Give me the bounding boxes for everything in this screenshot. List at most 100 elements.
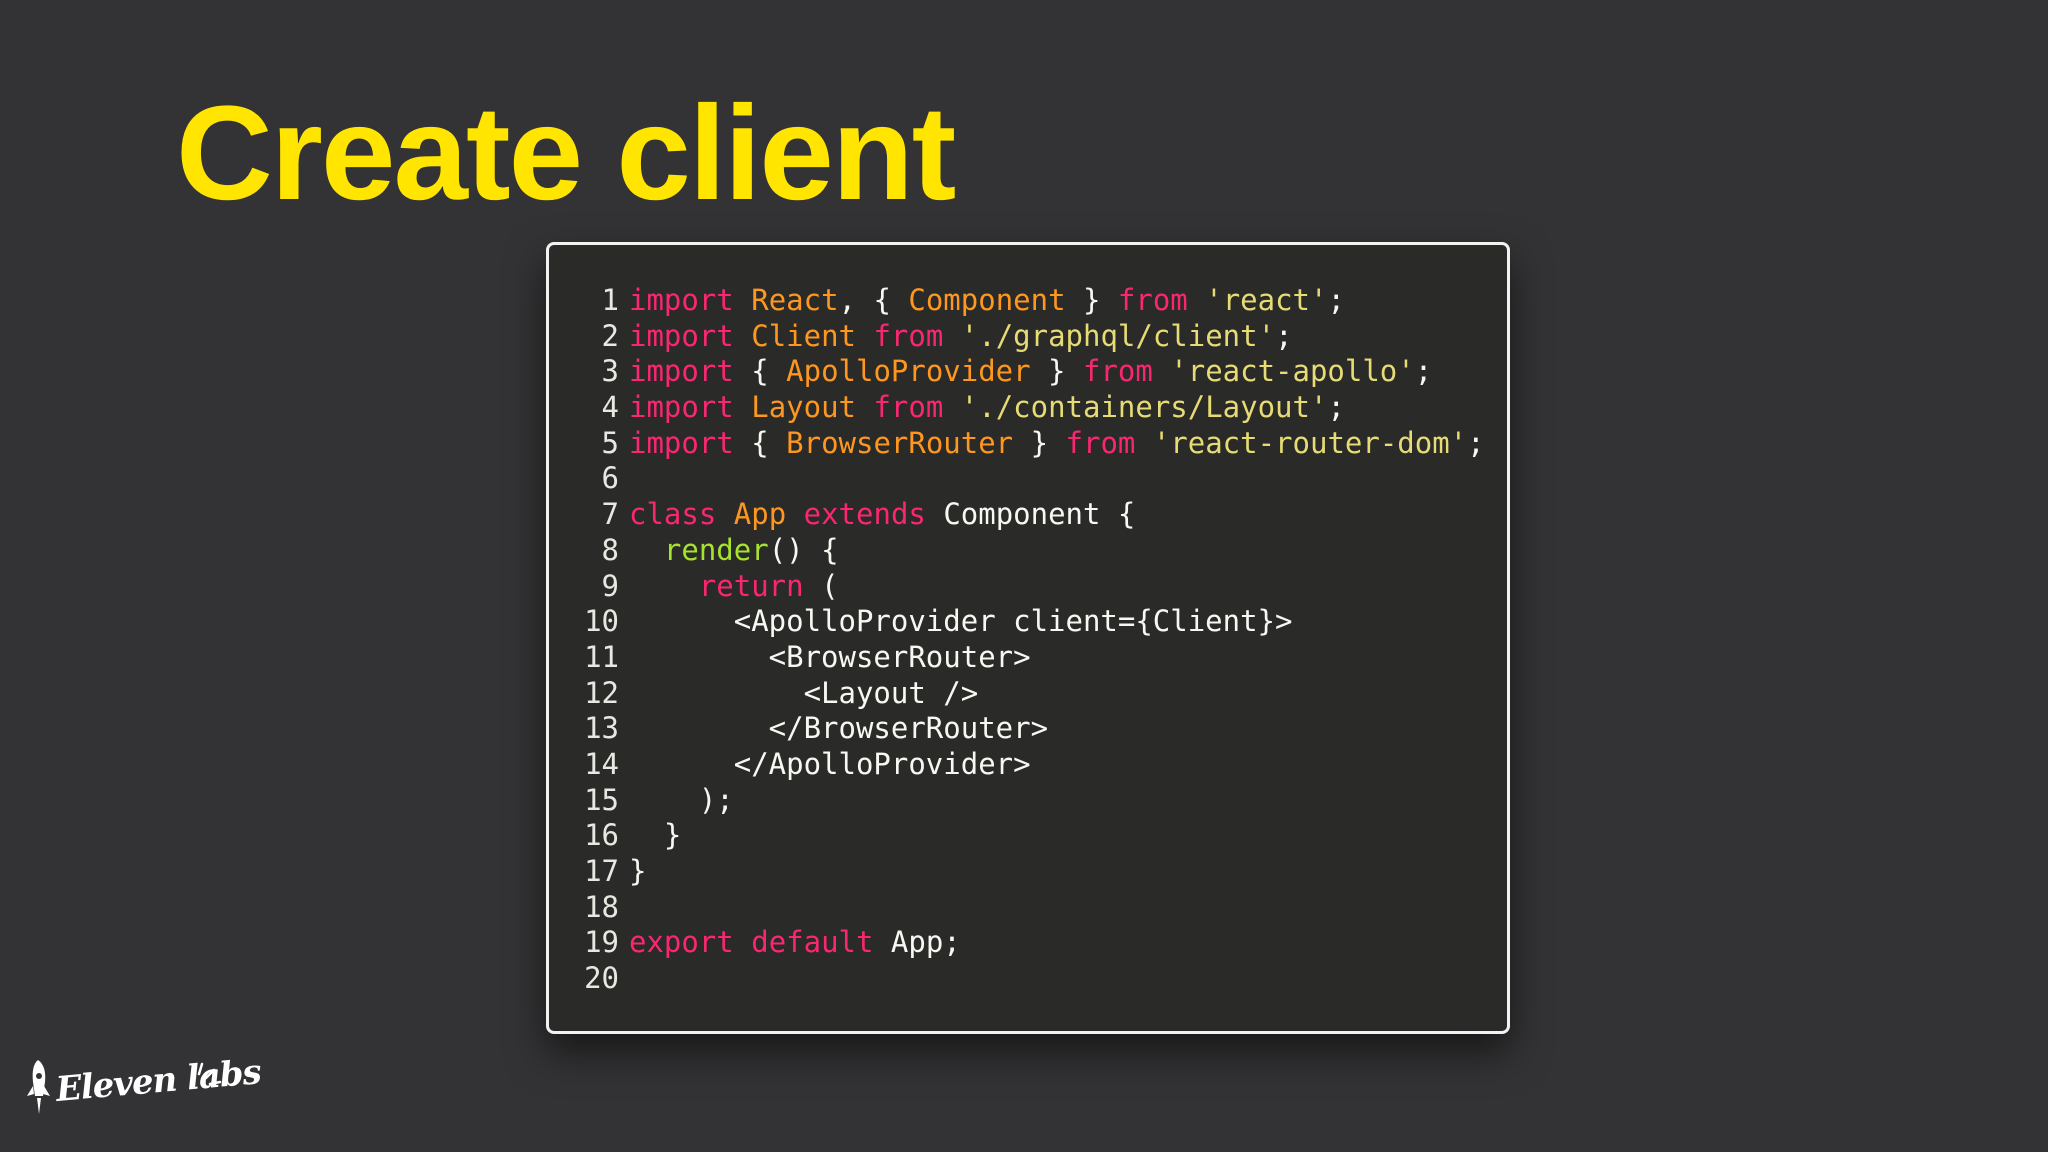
code-token: Component {: [925, 497, 1136, 532]
code-token: App: [733, 497, 787, 532]
code-token: import: [629, 425, 734, 460]
code-token: extends: [803, 497, 926, 532]
code-content: }: [629, 854, 646, 890]
line-number: 13: [584, 711, 619, 746]
code-token: ;: [1275, 318, 1293, 353]
line-number: 19: [584, 925, 619, 960]
code-token: 'react': [1205, 283, 1328, 317]
line-number: 3: [601, 354, 619, 389]
code-line: 9 return (: [549, 569, 1507, 605]
code-content: </BrowserRouter>: [629, 711, 1048, 747]
code-token: import: [629, 390, 734, 425]
line-number: 15: [584, 782, 619, 817]
code-token: from: [873, 318, 944, 353]
code-line: 1 import React, { Component } from 'react…: [549, 283, 1507, 319]
code-content: import Layout from './containers/Layout'…: [629, 390, 1345, 426]
code-token: }: [629, 854, 647, 888]
code-content: <BrowserRouter>: [629, 640, 1031, 676]
code-line: 11 <BrowserRouter>: [549, 640, 1507, 676]
code-token: {: [733, 354, 787, 389]
code-token: React: [751, 283, 839, 317]
code-token: default: [751, 925, 874, 960]
line-number: 16: [584, 818, 619, 853]
code-token: import: [629, 283, 734, 317]
code-token: './containers/Layout': [960, 390, 1328, 425]
code-line: 5 import { BrowserRouter } from 'react-ro…: [549, 426, 1507, 462]
code-token: Client: [751, 318, 856, 353]
code-content: export default App;: [629, 925, 961, 961]
code-window: 1 import React, { Component } from 'react…: [546, 242, 1510, 1034]
code-token: (: [803, 568, 839, 603]
code-token: ;: [1414, 354, 1433, 389]
code-token: export: [629, 925, 734, 960]
code-token: </BrowserRouter>: [629, 711, 1049, 746]
code-token: }: [1030, 354, 1083, 389]
code-token: );: [629, 782, 734, 817]
code-token: Component: [908, 283, 1066, 317]
code-line: 7 class App extends Component {: [549, 497, 1507, 533]
code-block: 1 import React, { Component } from 'react…: [549, 283, 1507, 997]
line-number: 11: [584, 639, 619, 674]
code-token: ;: [1327, 390, 1345, 425]
code-line: 15 );: [549, 783, 1507, 819]
code-content: import Client from './graphql/client';: [629, 319, 1293, 355]
code-token: <Layout />: [629, 675, 979, 710]
code-content: class App extends Component {: [629, 497, 1135, 533]
code-line: 19 export default App;: [549, 925, 1507, 961]
code-token: 'react-apollo': [1170, 354, 1415, 389]
code-token: BrowserRouter: [786, 425, 1014, 460]
line-number: 20: [584, 961, 619, 996]
code-token: class: [629, 497, 717, 532]
code-line: 3 import { ApolloProvider } from 'react-a…: [549, 354, 1507, 390]
code-token: from: [1117, 283, 1188, 317]
line-number: 18: [584, 889, 619, 924]
code-token: () {: [768, 532, 839, 567]
code-token: render: [663, 532, 769, 567]
code-token: Layout: [751, 390, 856, 425]
code-token: ;: [1327, 283, 1345, 317]
code-content: import { ApolloProvider } from 'react-ap…: [629, 354, 1432, 390]
code-line: 16 }: [549, 818, 1507, 854]
code-token: }: [1065, 283, 1118, 317]
code-content: <ApolloProvider client={Client}>: [629, 604, 1293, 640]
code-line: 14 </ApolloProvider>: [549, 747, 1507, 783]
code-line: 20: [549, 961, 1507, 997]
code-line: 8 render() {: [549, 533, 1507, 569]
code-content: import React, { Component } from 'react'…: [629, 283, 1345, 319]
code-content: return (: [629, 569, 839, 605]
code-token: , {: [838, 283, 909, 317]
line-number: 7: [601, 497, 619, 532]
code-token: <BrowserRouter>: [629, 639, 1031, 674]
code-line: 17}: [549, 854, 1507, 890]
code-token: import: [629, 318, 734, 353]
code-token: {: [733, 425, 787, 460]
line-number: 9: [601, 568, 619, 603]
line-number: 2: [601, 318, 619, 353]
code-token: ApolloProvider: [786, 354, 1031, 389]
code-token: }: [629, 818, 682, 853]
code-token: from: [1082, 354, 1153, 389]
code-line: 12 <Layout />: [549, 676, 1507, 712]
code-token: </ApolloProvider>: [629, 746, 1031, 781]
slide-title: Create client: [176, 79, 956, 228]
code-content: render() {: [629, 533, 839, 569]
sparkle-icon: [197, 1062, 222, 1086]
code-line: 4 import Layout from './containers/Layout…: [549, 390, 1507, 426]
code-line: 13 </BrowserRouter>: [549, 711, 1507, 747]
code-content: <Layout />: [629, 675, 979, 712]
line-number: 17: [584, 854, 619, 888]
code-line: 10 <ApolloProvider client={Client}>: [549, 604, 1507, 640]
code-content: );: [629, 783, 734, 819]
code-content: }: [629, 818, 681, 854]
code-line: 6: [549, 461, 1507, 497]
